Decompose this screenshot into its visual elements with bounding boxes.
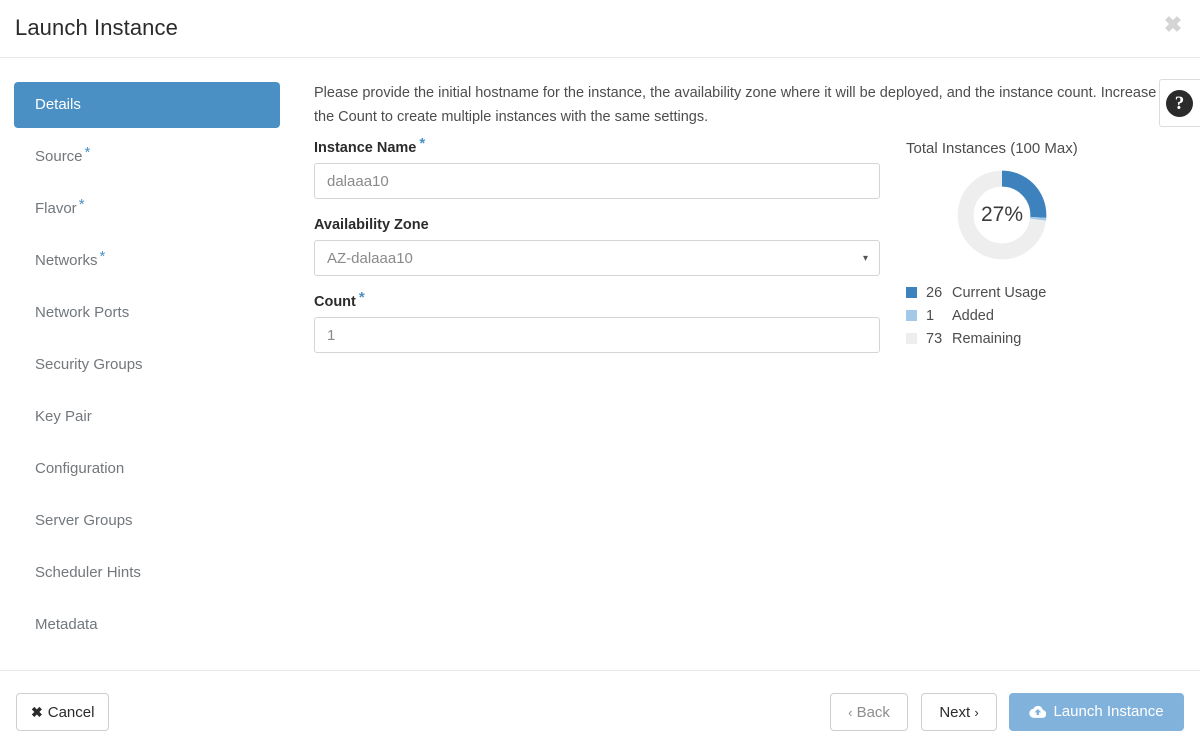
legend-swatch — [906, 333, 917, 344]
next-label: Next — [939, 703, 971, 721]
help-button[interactable]: ? — [1159, 79, 1200, 127]
sidebar-item-label: Network Ports — [35, 304, 130, 321]
quota-panel: Total Instances (100 Max) 27% 26 Current… — [906, 140, 1196, 350]
next-button[interactable]: Next › — [921, 693, 997, 731]
close-icon[interactable]: ✖ — [1160, 12, 1186, 38]
sidebar-item-metadata[interactable]: Metadata — [14, 602, 280, 648]
close-x-icon: ✖ — [31, 703, 43, 720]
back-label: Back — [856, 703, 890, 721]
sidebar-item-flavor[interactable]: Flavor * — [14, 186, 280, 232]
legend-swatch — [906, 287, 917, 298]
total-instances-donut-chart: 27% — [954, 167, 1050, 263]
sidebar-item-label: Server Groups — [35, 512, 133, 529]
sidebar-item-source[interactable]: Source * — [14, 134, 280, 180]
availability-zone-select[interactable] — [314, 240, 880, 276]
required-marker: * — [99, 248, 106, 265]
legend-item: 73 Remaining — [906, 327, 1196, 350]
back-button[interactable]: ‹ Back — [830, 693, 908, 731]
legend-value: 73 — [926, 330, 943, 347]
legend-label: Current Usage — [952, 284, 1047, 301]
cloud-upload-icon — [1029, 705, 1047, 722]
donut-center-label: 27% — [980, 203, 1024, 226]
cancel-button[interactable]: ✖ Cancel — [16, 693, 110, 731]
page-title: Launch Instance — [15, 15, 178, 40]
chevron-right-icon: › — [974, 704, 979, 720]
required-marker: * — [78, 196, 85, 213]
sidebar-item-configuration[interactable]: Configuration — [14, 446, 280, 492]
step-content: Please provide the initial hostname for … — [296, 58, 1200, 670]
availability-zone-label: Availability Zone — [314, 217, 429, 233]
sidebar-item-security-groups[interactable]: Security Groups — [14, 342, 280, 388]
chevron-left-icon: ‹ — [848, 704, 853, 720]
required-marker: * — [419, 135, 426, 153]
sidebar-item-label: Details — [35, 96, 81, 113]
sidebar-item-label: Security Groups — [35, 356, 143, 373]
instance-name-label: Instance Name * — [314, 135, 426, 156]
launch-instance-button[interactable]: Launch Instance — [1009, 693, 1184, 731]
field-instance-name: Instance Name * — [314, 135, 880, 199]
sidebar-item-label: Scheduler Hints — [35, 564, 141, 581]
legend-item: 26 Current Usage — [906, 281, 1196, 304]
legend-label: Remaining — [952, 330, 1022, 347]
help-circle-icon: ? — [1166, 90, 1193, 117]
modal-body: Details Source * Flavor * Networks * Networ… — [0, 58, 1200, 670]
sidebar-item-label: Source — [35, 148, 83, 165]
launch-label: Launch Instance — [1053, 702, 1164, 720]
cancel-label: Cancel — [47, 703, 95, 721]
count-input[interactable] — [314, 317, 880, 353]
sidebar-item-label: Metadata — [35, 616, 98, 633]
sidebar-item-details[interactable]: Details — [14, 82, 280, 128]
sidebar-item-label: Configuration — [35, 460, 125, 477]
legend-label: Added — [952, 307, 994, 324]
details-form: Instance Name* Availability Zone ▾ Count… — [314, 135, 880, 371]
availability-zone-select-wrap: ▾ — [314, 240, 880, 276]
sidebar-item-network-ports[interactable]: Network Ports — [14, 290, 280, 336]
sidebar-item-label: Key Pair — [35, 408, 92, 425]
required-marker: * — [84, 144, 91, 161]
legend-swatch — [906, 310, 917, 321]
field-count: Count * — [314, 289, 880, 353]
wizard-nav: Details Source * Flavor * Networks * Networ… — [14, 82, 280, 654]
legend-value: 1 — [926, 307, 935, 324]
required-marker: * — [358, 289, 365, 307]
launch-instance-modal: Launch Instance ✖ Details Source * Flavor… — [0, 0, 1200, 748]
step-description: Please provide the initial hostname for … — [314, 85, 1157, 125]
sidebar-item-server-groups[interactable]: Server Groups — [14, 498, 280, 544]
sidebar-item-label: Flavor — [35, 200, 77, 217]
modal-footer: ✖ Cancel ‹ Back Next › Launch Instance — [0, 670, 1200, 748]
sidebar-item-networks[interactable]: Networks * — [14, 238, 280, 284]
field-availability-zone: Availability Zone ▾ — [314, 217, 880, 276]
instance-name-input[interactable] — [314, 163, 880, 199]
sidebar-item-scheduler-hints[interactable]: Scheduler Hints — [14, 550, 280, 596]
legend-item: 1 Added — [906, 304, 1196, 327]
legend-value: 26 — [926, 284, 943, 301]
donut-legend: 26 Current Usage 1 Added 73 Remaining — [906, 281, 1196, 350]
sidebar-item-label: Networks — [35, 252, 98, 269]
count-label: Count * — [314, 289, 365, 310]
modal-header: Launch Instance ✖ — [0, 0, 1200, 58]
sidebar-item-key-pair[interactable]: Key Pair — [14, 394, 280, 440]
quota-title: Total Instances (100 Max) — [906, 140, 1078, 157]
